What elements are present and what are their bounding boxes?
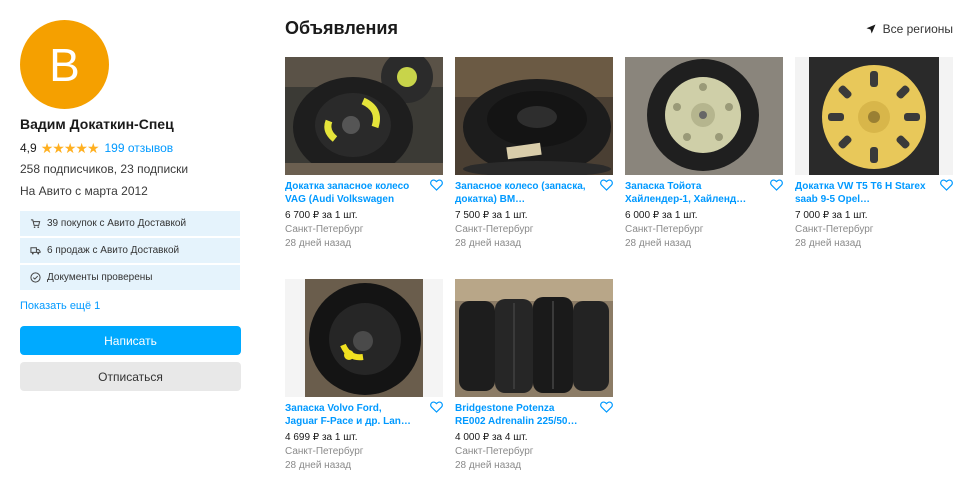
seller-name[interactable]: Вадим Докаткин-Спец — [20, 115, 242, 133]
listing-title[interactable]: Докатка VW T5 T6 Н Starex saab 9-5 Opel… — [795, 180, 927, 206]
listing-price: 6 700 ₽ за 1 шт. — [285, 210, 358, 221]
heart-icon[interactable] — [430, 401, 443, 413]
star-icon: ★ — [63, 140, 77, 156]
listing-location: Санкт-Петербург — [455, 446, 534, 457]
listing-card[interactable]: Запаска Тойота Хайлендер-1, Хайленд… 6 0… — [625, 57, 783, 251]
listing-location: Санкт-Петербург — [455, 224, 534, 235]
badge-purchases-text: 39 покупок с Авито Доставкой — [47, 218, 187, 229]
seller-rating: 4,9 ★ ★ ★ ★ ★ 199 отзывов — [20, 140, 242, 156]
listing-photo[interactable] — [795, 57, 953, 175]
rating-value: 4,9 — [20, 141, 37, 155]
location-arrow-icon — [866, 24, 876, 34]
wheel-photo — [795, 57, 953, 175]
tire-photo — [285, 279, 443, 397]
listing-photo[interactable] — [285, 279, 443, 397]
check-circle-icon — [30, 272, 41, 283]
tire-photo — [455, 57, 613, 175]
heart-icon[interactable] — [940, 179, 953, 191]
listing-title[interactable]: Запасное колесо (запаска, докатка) BM… — [455, 180, 587, 206]
star-icon: ★ — [86, 140, 100, 156]
listing-location: Санкт-Петербург — [795, 224, 874, 235]
seller-badges: 39 покупок с Авито Доставкой 6 продаж с … — [20, 211, 240, 292]
listing-info: Докатка запасное колесо VAG (Audi Volksw… — [285, 175, 443, 251]
seller-profile: В Вадим Докаткин-Спец 4,9 ★ ★ ★ ★ ★ 199 … — [20, 20, 242, 391]
badge-sales-text: 6 продаж с Авито Доставкой — [47, 245, 180, 256]
listing-card[interactable]: Bridgestone Potenza RE002 Adrenalin 225/… — [455, 279, 613, 473]
listing-date: 28 дней назад — [455, 460, 522, 471]
listing-date: 28 дней назад — [285, 460, 352, 471]
listing-date: 28 дней назад — [455, 238, 522, 249]
listing-info: Запасное колесо (запаска, докатка) BM… 7… — [455, 175, 613, 251]
reviews-link[interactable]: 199 отзывов — [105, 141, 174, 155]
listing-price: 4 000 ₽ за 4 шт. — [455, 432, 528, 443]
heart-icon[interactable] — [600, 401, 613, 413]
listing-info: Запаска Тойота Хайлендер-1, Хайленд… 6 0… — [625, 175, 783, 251]
badge-purchases[interactable]: 39 покупок с Авито Доставкой — [20, 211, 240, 238]
listing-title[interactable]: Bridgestone Potenza RE002 Adrenalin 225/… — [455, 402, 587, 428]
listing-card[interactable]: Докатка запасное колесо VAG (Audi Volksw… — [285, 57, 443, 251]
star-icon: ★ — [52, 140, 65, 156]
region-label: Все регионы — [882, 22, 953, 36]
listing-price: 7 500 ₽ за 1 шт. — [455, 210, 528, 221]
listing-info: Запаска Volvo Ford, Jaguar F-Pace и др. … — [285, 397, 443, 473]
heart-icon[interactable] — [430, 179, 443, 191]
page-title: Объявления — [285, 18, 398, 38]
listing-info: Bridgestone Potenza RE002 Adrenalin 225/… — [455, 397, 613, 473]
subscribers-info[interactable]: 258 подписчиков, 23 подписки — [20, 161, 242, 177]
write-button[interactable]: Написать — [20, 326, 241, 355]
listing-photo[interactable] — [625, 57, 783, 175]
listing-title[interactable]: Запаска Тойота Хайлендер-1, Хайленд… — [625, 180, 757, 206]
member-since: На Авито с марта 2012 — [20, 184, 148, 198]
listing-price: 4 699 ₽ за 1 шт. — [285, 432, 358, 443]
listings-header: Объявления Все регионы — [285, 17, 955, 41]
avatar[interactable]: В — [20, 20, 109, 109]
listing-card[interactable]: Запаска Volvo Ford, Jaguar F-Pace и др. … — [285, 279, 443, 473]
star-icon: ★ — [40, 140, 54, 156]
listing-price: 6 000 ₽ за 1 шт. — [625, 210, 698, 221]
unsubscribe-button[interactable]: Отписаться — [20, 362, 241, 391]
star-icon: ★ — [75, 140, 88, 156]
badge-documents[interactable]: Документы проверены — [20, 265, 240, 292]
listing-price: 7 000 ₽ за 1 шт. — [795, 210, 868, 221]
truck-icon — [30, 247, 41, 255]
rating-stars: ★ ★ ★ ★ ★ — [40, 140, 100, 156]
listing-card[interactable]: Запасное колесо (запаска, докатка) BM… 7… — [455, 57, 613, 251]
listing-photo[interactable] — [455, 57, 613, 175]
listing-date: 28 дней назад — [795, 238, 862, 249]
listing-date: 28 дней назад — [285, 238, 352, 249]
heart-icon[interactable] — [600, 179, 613, 191]
tire-photo — [625, 57, 783, 175]
listing-location: Санкт-Петербург — [285, 446, 364, 457]
show-more-link[interactable]: Показать ещё 1 — [20, 300, 242, 314]
listing-card[interactable]: Докатка VW T5 T6 Н Starex saab 9-5 Opel…… — [795, 57, 953, 251]
listing-info: Докатка VW T5 T6 Н Starex saab 9-5 Opel…… — [795, 175, 953, 251]
region-selector[interactable]: Все регионы — [866, 22, 953, 36]
listing-photo[interactable] — [455, 279, 613, 397]
badge-documents-text: Документы проверены — [47, 272, 153, 283]
heart-icon[interactable] — [770, 179, 783, 191]
listing-location: Санкт-Петербург — [625, 224, 704, 235]
tire-photo — [285, 57, 443, 175]
listing-location: Санкт-Петербург — [285, 224, 364, 235]
tires-photo — [455, 279, 613, 397]
listing-title[interactable]: Докатка запасное колесо VAG (Audi Volksw… — [285, 180, 417, 206]
cart-icon — [30, 219, 41, 228]
listing-date: 28 дней назад — [625, 238, 692, 249]
listing-title[interactable]: Запаска Volvo Ford, Jaguar F-Pace и др. … — [285, 402, 417, 428]
listing-photo[interactable] — [285, 57, 443, 175]
badge-sales[interactable]: 6 продаж с Авито Доставкой — [20, 238, 240, 265]
